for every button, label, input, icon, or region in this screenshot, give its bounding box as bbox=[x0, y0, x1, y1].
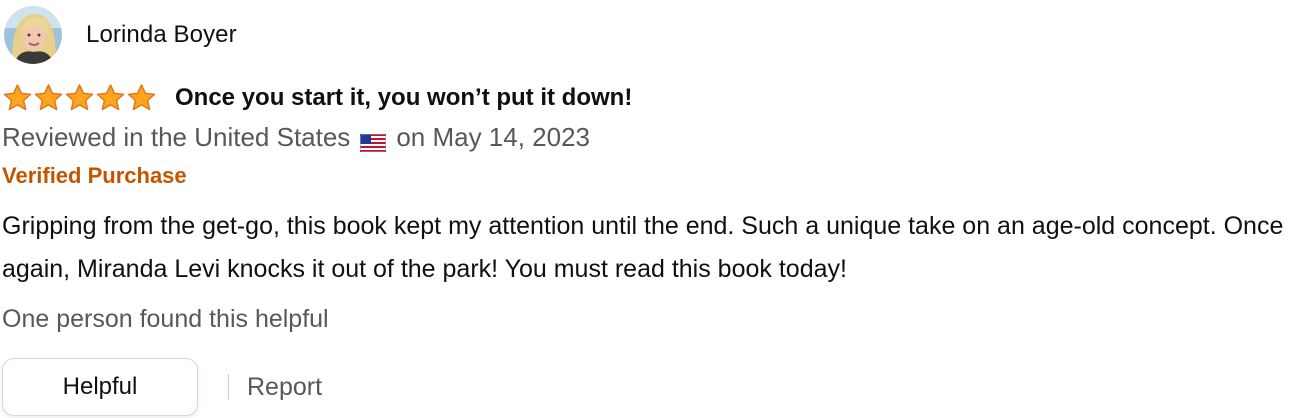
review-date: on May 14, 2023 bbox=[396, 121, 591, 152]
review-title[interactable]: Once you start it, you won’t put it down… bbox=[175, 84, 632, 112]
avatar-photo-icon bbox=[4, 6, 62, 64]
report-link[interactable]: Report bbox=[247, 373, 322, 402]
us-flag-icon bbox=[360, 128, 387, 152]
star-rating[interactable] bbox=[2, 83, 157, 113]
star-icon bbox=[127, 84, 156, 111]
reviewer-profile[interactable]: Lorinda Boyer bbox=[4, 4, 237, 66]
helpful-count: One person found this helpful bbox=[2, 305, 329, 333]
review-location: Reviewed in the United States bbox=[2, 121, 351, 152]
review-actions: Helpful Report bbox=[2, 357, 322, 417]
customer-review: Lorinda Boyer Once you start it, you won… bbox=[0, 0, 1304, 418]
verified-purchase-badge[interactable]: Verified Purchase bbox=[2, 163, 187, 189]
star-icon bbox=[34, 84, 63, 111]
star-icon bbox=[3, 84, 32, 111]
reviewer-name[interactable]: Lorinda Boyer bbox=[86, 21, 237, 49]
avatar[interactable] bbox=[4, 6, 62, 64]
star-icon bbox=[65, 84, 94, 111]
rating-title-row: Once you start it, you won’t put it down… bbox=[2, 80, 632, 116]
action-divider bbox=[228, 374, 229, 400]
star-icon bbox=[96, 84, 125, 111]
review-body: Gripping from the get-go, this book kept… bbox=[2, 212, 1284, 283]
review-meta: Reviewed in the United States on May 14,… bbox=[2, 120, 590, 154]
helpful-button[interactable]: Helpful bbox=[2, 358, 198, 416]
